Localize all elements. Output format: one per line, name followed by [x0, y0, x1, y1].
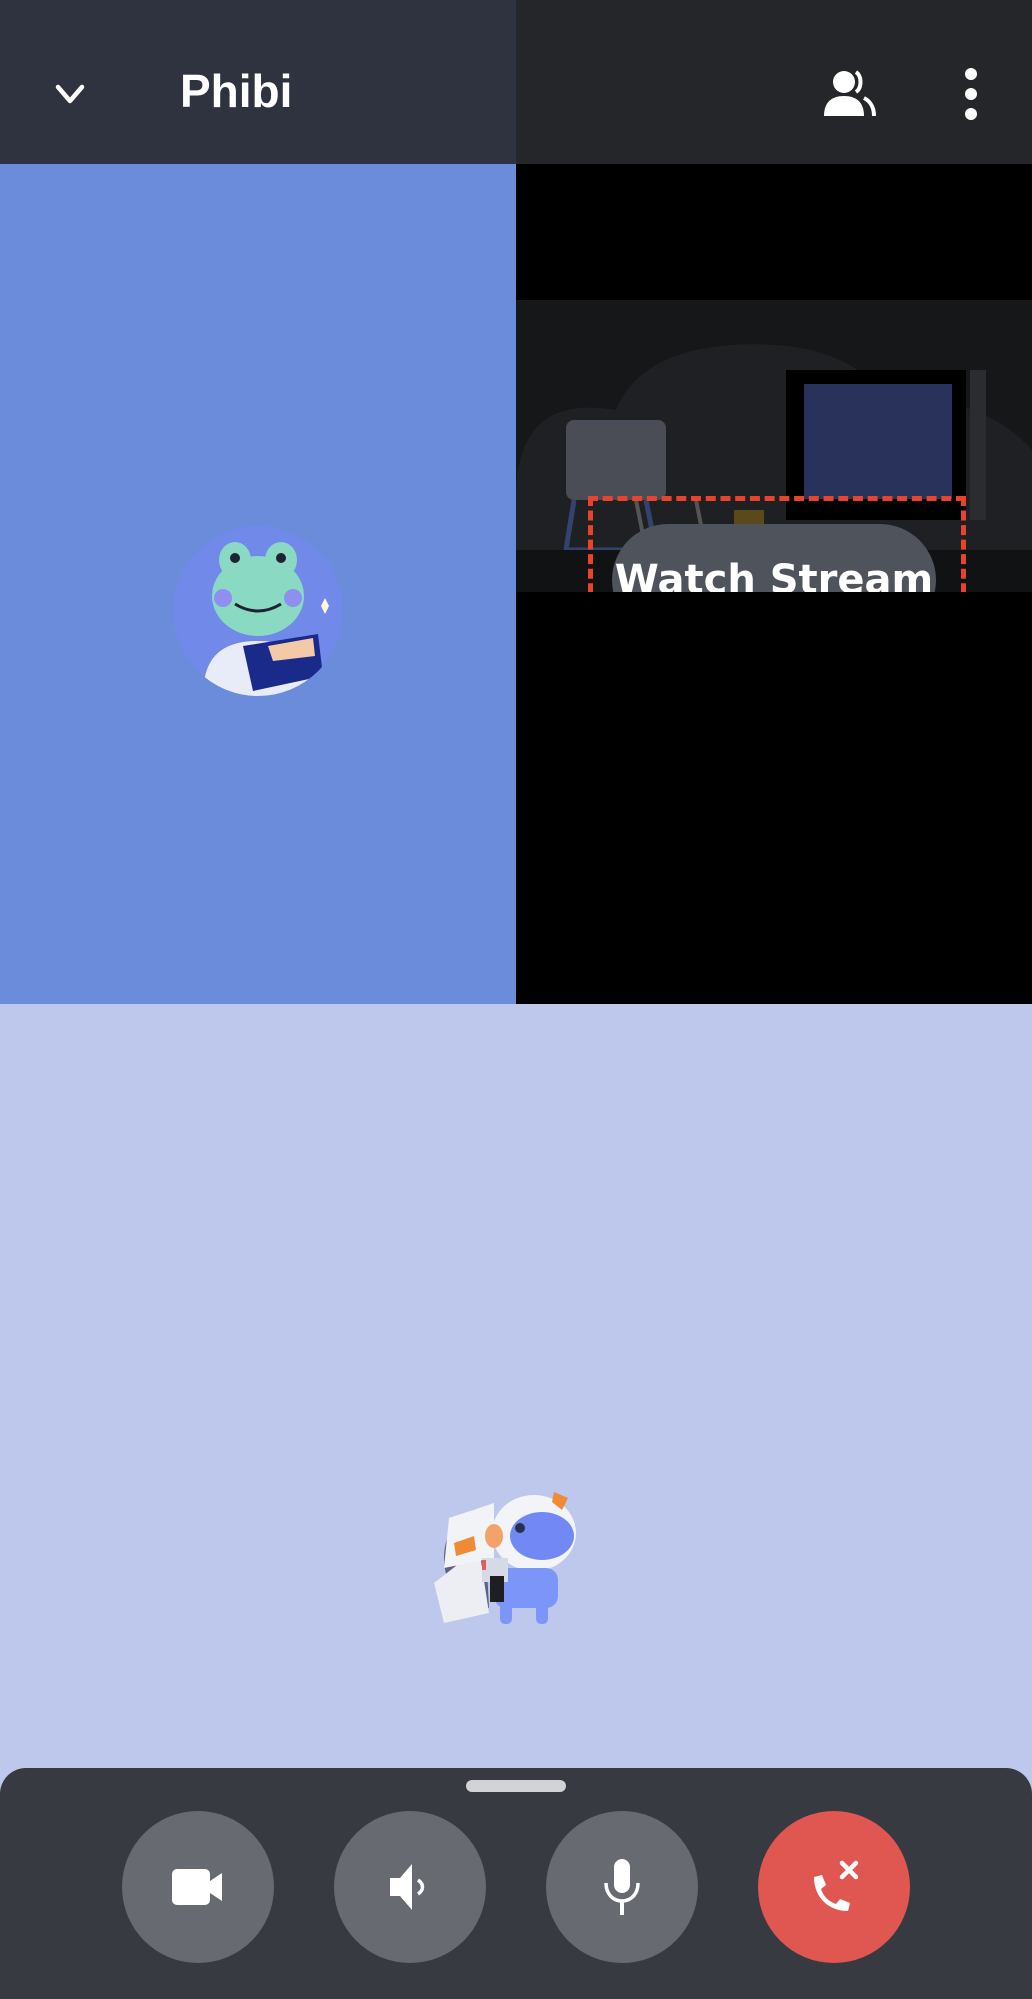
people-icon[interactable] — [822, 68, 878, 118]
speaker-button[interactable] — [334, 1811, 486, 1963]
stream-preview-image: Watch Stream — [516, 300, 1032, 592]
call-controls-panel — [0, 1768, 1032, 1999]
header-bar: Phibi — [0, 0, 516, 164]
user-video-tile[interactable]: Phibi — [0, 164, 516, 1146]
empty-call-area — [0, 1004, 1032, 1768]
chevron-down-icon[interactable] — [50, 75, 90, 115]
frog-reading-book-avatar — [173, 526, 343, 696]
camera-button[interactable] — [122, 1811, 274, 1963]
speaker-icon — [390, 1864, 425, 1910]
drag-handle[interactable] — [466, 1780, 566, 1792]
call-title: Phibi — [180, 65, 293, 117]
microphone-button[interactable] — [546, 1811, 698, 1963]
disconnect-button[interactable] — [758, 1811, 910, 1963]
header-actions — [516, 0, 1032, 164]
microphone-icon — [604, 1859, 640, 1915]
more-vertical-icon[interactable] — [960, 66, 982, 122]
stream-tile[interactable]: Watch Stream Phibi — [516, 164, 1032, 1128]
video-camera-icon — [172, 1869, 222, 1905]
phone-hangup-icon — [814, 1860, 859, 1911]
watch-stream-button[interactable]: Watch Stream — [612, 524, 936, 592]
discord-mascot-astronaut-illustration — [434, 1492, 576, 1624]
